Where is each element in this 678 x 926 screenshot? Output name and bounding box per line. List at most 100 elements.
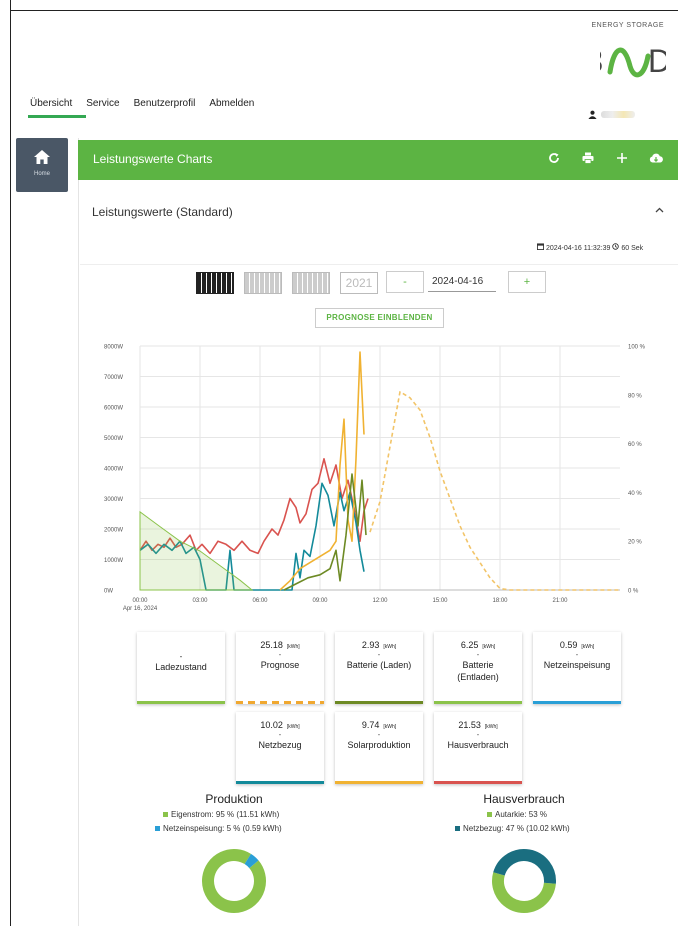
sidebar-divider xyxy=(78,138,79,926)
stat-card: 10.02 [kWh] - Netzbezug xyxy=(236,712,324,784)
x-tick-label: 21:00 xyxy=(552,598,568,604)
series-line xyxy=(279,351,365,591)
card-unit: [kWh] xyxy=(286,724,300,730)
logo-mark-icon: E3 DC xyxy=(600,43,666,79)
active-nav-indicator xyxy=(28,115,86,118)
legend-text: Autarkie: 53 % xyxy=(495,810,548,819)
calendar-icon xyxy=(537,243,544,250)
section-header: Leistungswerte Charts xyxy=(78,140,678,180)
stat-card: 21.53 [kWh] - Hausverbrauch xyxy=(434,712,522,784)
day-view-button[interactable] xyxy=(196,272,234,294)
card-color-bar xyxy=(236,781,324,784)
card-dash: - xyxy=(278,730,282,739)
x-tick-label: 15:00 xyxy=(432,598,448,604)
card-number: 25.18 xyxy=(260,640,283,650)
card-number: 9.74 xyxy=(361,720,380,730)
y-tick-label: 5000W xyxy=(104,436,123,442)
refresh-interval: 60 Sek xyxy=(621,245,644,252)
x-tick-label: 06:00 xyxy=(252,598,268,604)
card-number: 10.02 xyxy=(260,720,283,730)
add-icon[interactable] xyxy=(614,152,630,167)
nav-item-logout[interactable]: Abmelden xyxy=(209,98,254,109)
card-number: 0.59 xyxy=(559,640,578,650)
legend-swatch xyxy=(155,826,160,832)
y2-tick-label: 20 % xyxy=(628,540,642,546)
y-tick-label: 4000W xyxy=(104,467,123,473)
section-title: Leistungswerte Charts xyxy=(93,152,213,166)
card-color-bar xyxy=(533,701,621,704)
app-frame: ENERGY STORAGE E3 DC Übersicht Service B… xyxy=(0,0,678,926)
stat-card: 25.18 [kWh] - Prognose xyxy=(236,632,324,704)
card-color-bar xyxy=(335,781,423,784)
donut-slice xyxy=(493,849,556,884)
card-dash: - xyxy=(377,650,381,659)
x-date-label: Apr 16, 2024 xyxy=(123,606,158,612)
consumption-legend-grid: Netzbezug: 47 % (10.02 kWh) xyxy=(455,824,570,833)
date-field[interactable] xyxy=(428,272,496,292)
stat-card: 9.74 [kWh] - Solarproduktion xyxy=(335,712,423,784)
card-unit: [kWh] xyxy=(383,724,397,730)
svg-text:E3: E3 xyxy=(600,43,603,79)
y2-tick-label: 40 % xyxy=(628,491,642,497)
stat-card: - Ladezustand xyxy=(137,632,225,704)
last-update: 2024-04-16 11:32:39 60 Sek xyxy=(537,243,643,252)
y-tick-label: 8000W xyxy=(104,345,123,351)
card-label: Hausverbrauch xyxy=(447,740,509,750)
card-dash: - xyxy=(476,730,480,739)
nav-item-overview[interactable]: Übersicht xyxy=(30,98,72,109)
cloud-download-icon[interactable] xyxy=(648,152,664,167)
stat-card: 0.59 [kWh] - Netzeinspeisung xyxy=(533,632,621,704)
donut-slice xyxy=(492,872,556,913)
card-color-bar xyxy=(137,701,225,704)
sidebar-home-button[interactable]: Home xyxy=(16,138,68,192)
card-color-bar xyxy=(236,701,324,704)
card-color-bar xyxy=(335,701,423,704)
y2-tick-label: 60 % xyxy=(628,442,642,448)
production-title: Produktion xyxy=(205,792,263,806)
prev-date-button[interactable]: - xyxy=(386,271,424,293)
user-menu[interactable] xyxy=(588,110,635,119)
y-tick-label: 1000W xyxy=(104,558,123,564)
card-dash: - xyxy=(575,650,579,659)
card-label: Netzeinspeisung xyxy=(543,660,611,670)
power-chart: 0W 1000W 2000W 3000W 4000W 5000W 6000W 7000W 800… xyxy=(104,345,646,613)
nav-item-service[interactable]: Service xyxy=(86,98,119,109)
card-unit: [kWh] xyxy=(484,724,498,730)
next-date-button[interactable]: + xyxy=(508,271,546,293)
nav-item-profile[interactable]: Benutzerprofil xyxy=(134,98,196,109)
refresh-icon[interactable] xyxy=(546,152,562,167)
week-view-button[interactable] xyxy=(244,272,282,294)
card-value: 25.18 [kWh] xyxy=(236,640,324,650)
card-value: 0.59 [kWh] xyxy=(533,640,621,650)
view-selector: 2021 xyxy=(196,272,378,294)
consumption-legend-autarky: Autarkie: 53 % xyxy=(487,810,547,819)
card-unit: [kWh] xyxy=(581,644,595,650)
card-number: 6.25 xyxy=(460,640,479,650)
card-unit: [kWh] xyxy=(482,644,496,650)
series-line xyxy=(369,390,620,591)
collapse-chevron-icon[interactable] xyxy=(655,204,664,216)
card-value: 10.02 [kWh] xyxy=(236,720,324,730)
x-tick-label: 03:00 xyxy=(192,598,208,604)
donut-slice xyxy=(244,853,259,869)
print-icon[interactable] xyxy=(580,152,596,167)
show-forecast-button[interactable]: PROGNOSE EINBLENDEN xyxy=(315,308,444,328)
month-view-button[interactable] xyxy=(292,272,330,294)
consumption-donut xyxy=(492,849,556,913)
panel-title: Leistungswerte (Standard) xyxy=(92,205,233,219)
card-dash: - xyxy=(476,650,480,659)
card-label: Batterie (Entladen) xyxy=(457,660,499,682)
card-value: 2.93 [kWh] xyxy=(335,640,423,650)
y2-tick-label: 80 % xyxy=(628,393,642,399)
home-label: Home xyxy=(33,171,50,177)
y2-tick-label: 0 % xyxy=(628,589,639,595)
production-donut xyxy=(202,849,266,913)
card-unit: [kWh] xyxy=(383,644,397,650)
card-unit: [kWh] xyxy=(286,644,300,650)
series-area xyxy=(139,510,254,591)
year-view-button[interactable]: 2021 xyxy=(340,272,378,294)
card-label: Batterie (Laden) xyxy=(346,660,412,670)
home-icon xyxy=(34,150,50,164)
svg-text:DC: DC xyxy=(648,43,666,79)
legend-text: Netzbezug: 47 % (10.02 kWh) xyxy=(463,824,570,833)
